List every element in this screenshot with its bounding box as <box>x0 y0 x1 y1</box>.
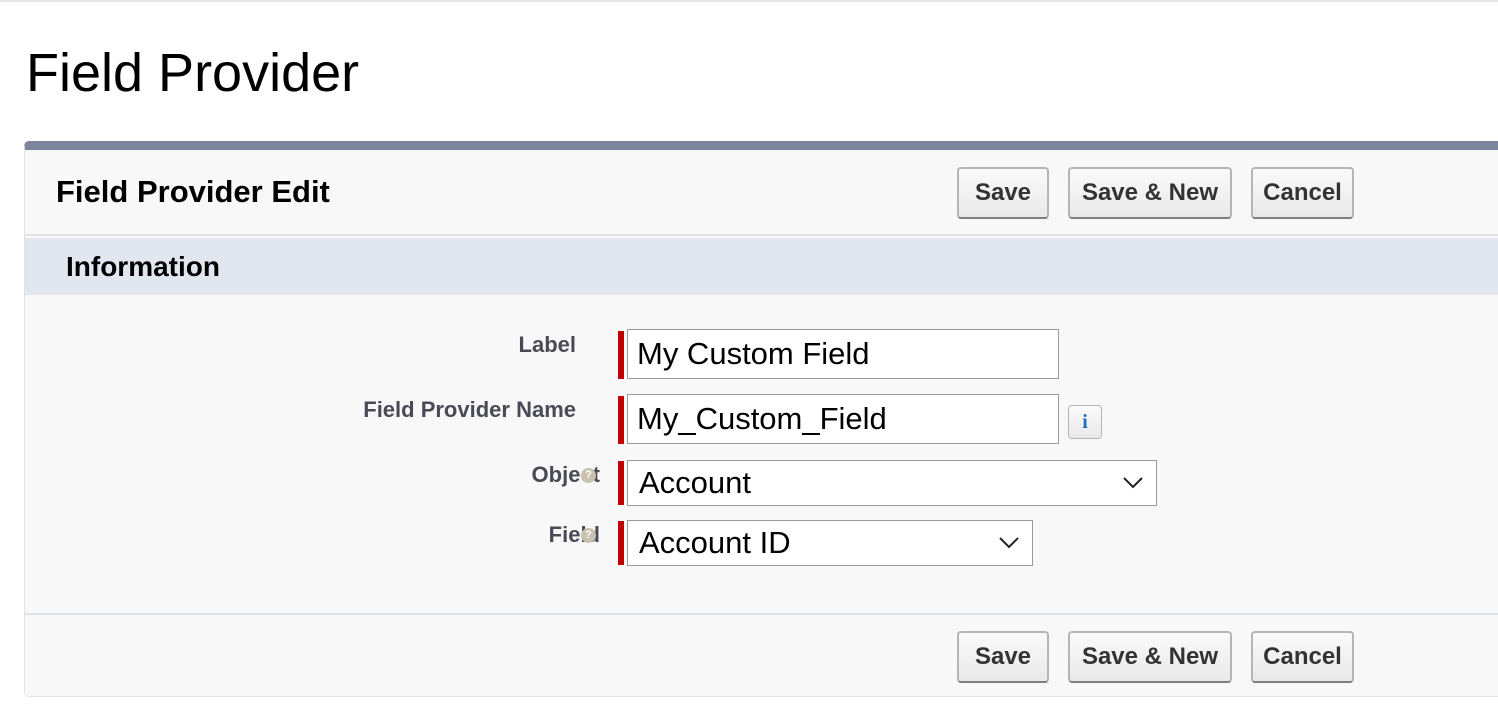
required-marker <box>618 331 624 379</box>
top-rule <box>0 0 1498 2</box>
bottom-button-group: Save Save & New Cancel <box>957 631 1354 683</box>
label-input[interactable] <box>627 329 1059 379</box>
object-select-value: Account <box>639 465 752 500</box>
save-and-new-button[interactable]: Save & New <box>1068 167 1232 219</box>
name-field-label: Field Provider Name <box>363 397 576 422</box>
save-and-new-button[interactable]: Save & New <box>1068 631 1232 683</box>
save-button[interactable]: Save <box>957 631 1049 683</box>
chevron-down-icon <box>1123 477 1143 489</box>
section-header: Information <box>25 238 1498 295</box>
info-icon[interactable]: i <box>1068 405 1102 439</box>
cancel-button[interactable]: Cancel <box>1251 631 1354 683</box>
panel-title: Field Provider Edit <box>56 174 330 209</box>
section-title: Information <box>66 251 220 282</box>
object-select[interactable]: Account <box>627 460 1157 506</box>
field-select-value: Account ID <box>639 525 791 560</box>
panel-header: Field Provider Edit Save Save & New Canc… <box>25 150 1498 236</box>
field-select[interactable]: Account ID <box>627 520 1033 566</box>
required-marker <box>618 521 624 565</box>
chevron-down-icon <box>999 537 1019 549</box>
save-button[interactable]: Save <box>957 167 1049 219</box>
page-title: Field Provider <box>26 43 360 103</box>
required-marker <box>618 461 624 505</box>
label-field-label: Label <box>518 332 576 357</box>
cancel-button[interactable]: Cancel <box>1251 167 1354 219</box>
field-provider-name-input[interactable] <box>627 394 1059 444</box>
footer-divider <box>25 613 1498 615</box>
edit-panel: Field Provider Edit Save Save & New Canc… <box>24 141 1498 697</box>
required-marker <box>618 396 624 444</box>
help-icon[interactable]: ? <box>581 468 596 483</box>
top-button-group: Save Save & New Cancel <box>957 167 1354 219</box>
help-icon[interactable]: ? <box>581 528 596 543</box>
